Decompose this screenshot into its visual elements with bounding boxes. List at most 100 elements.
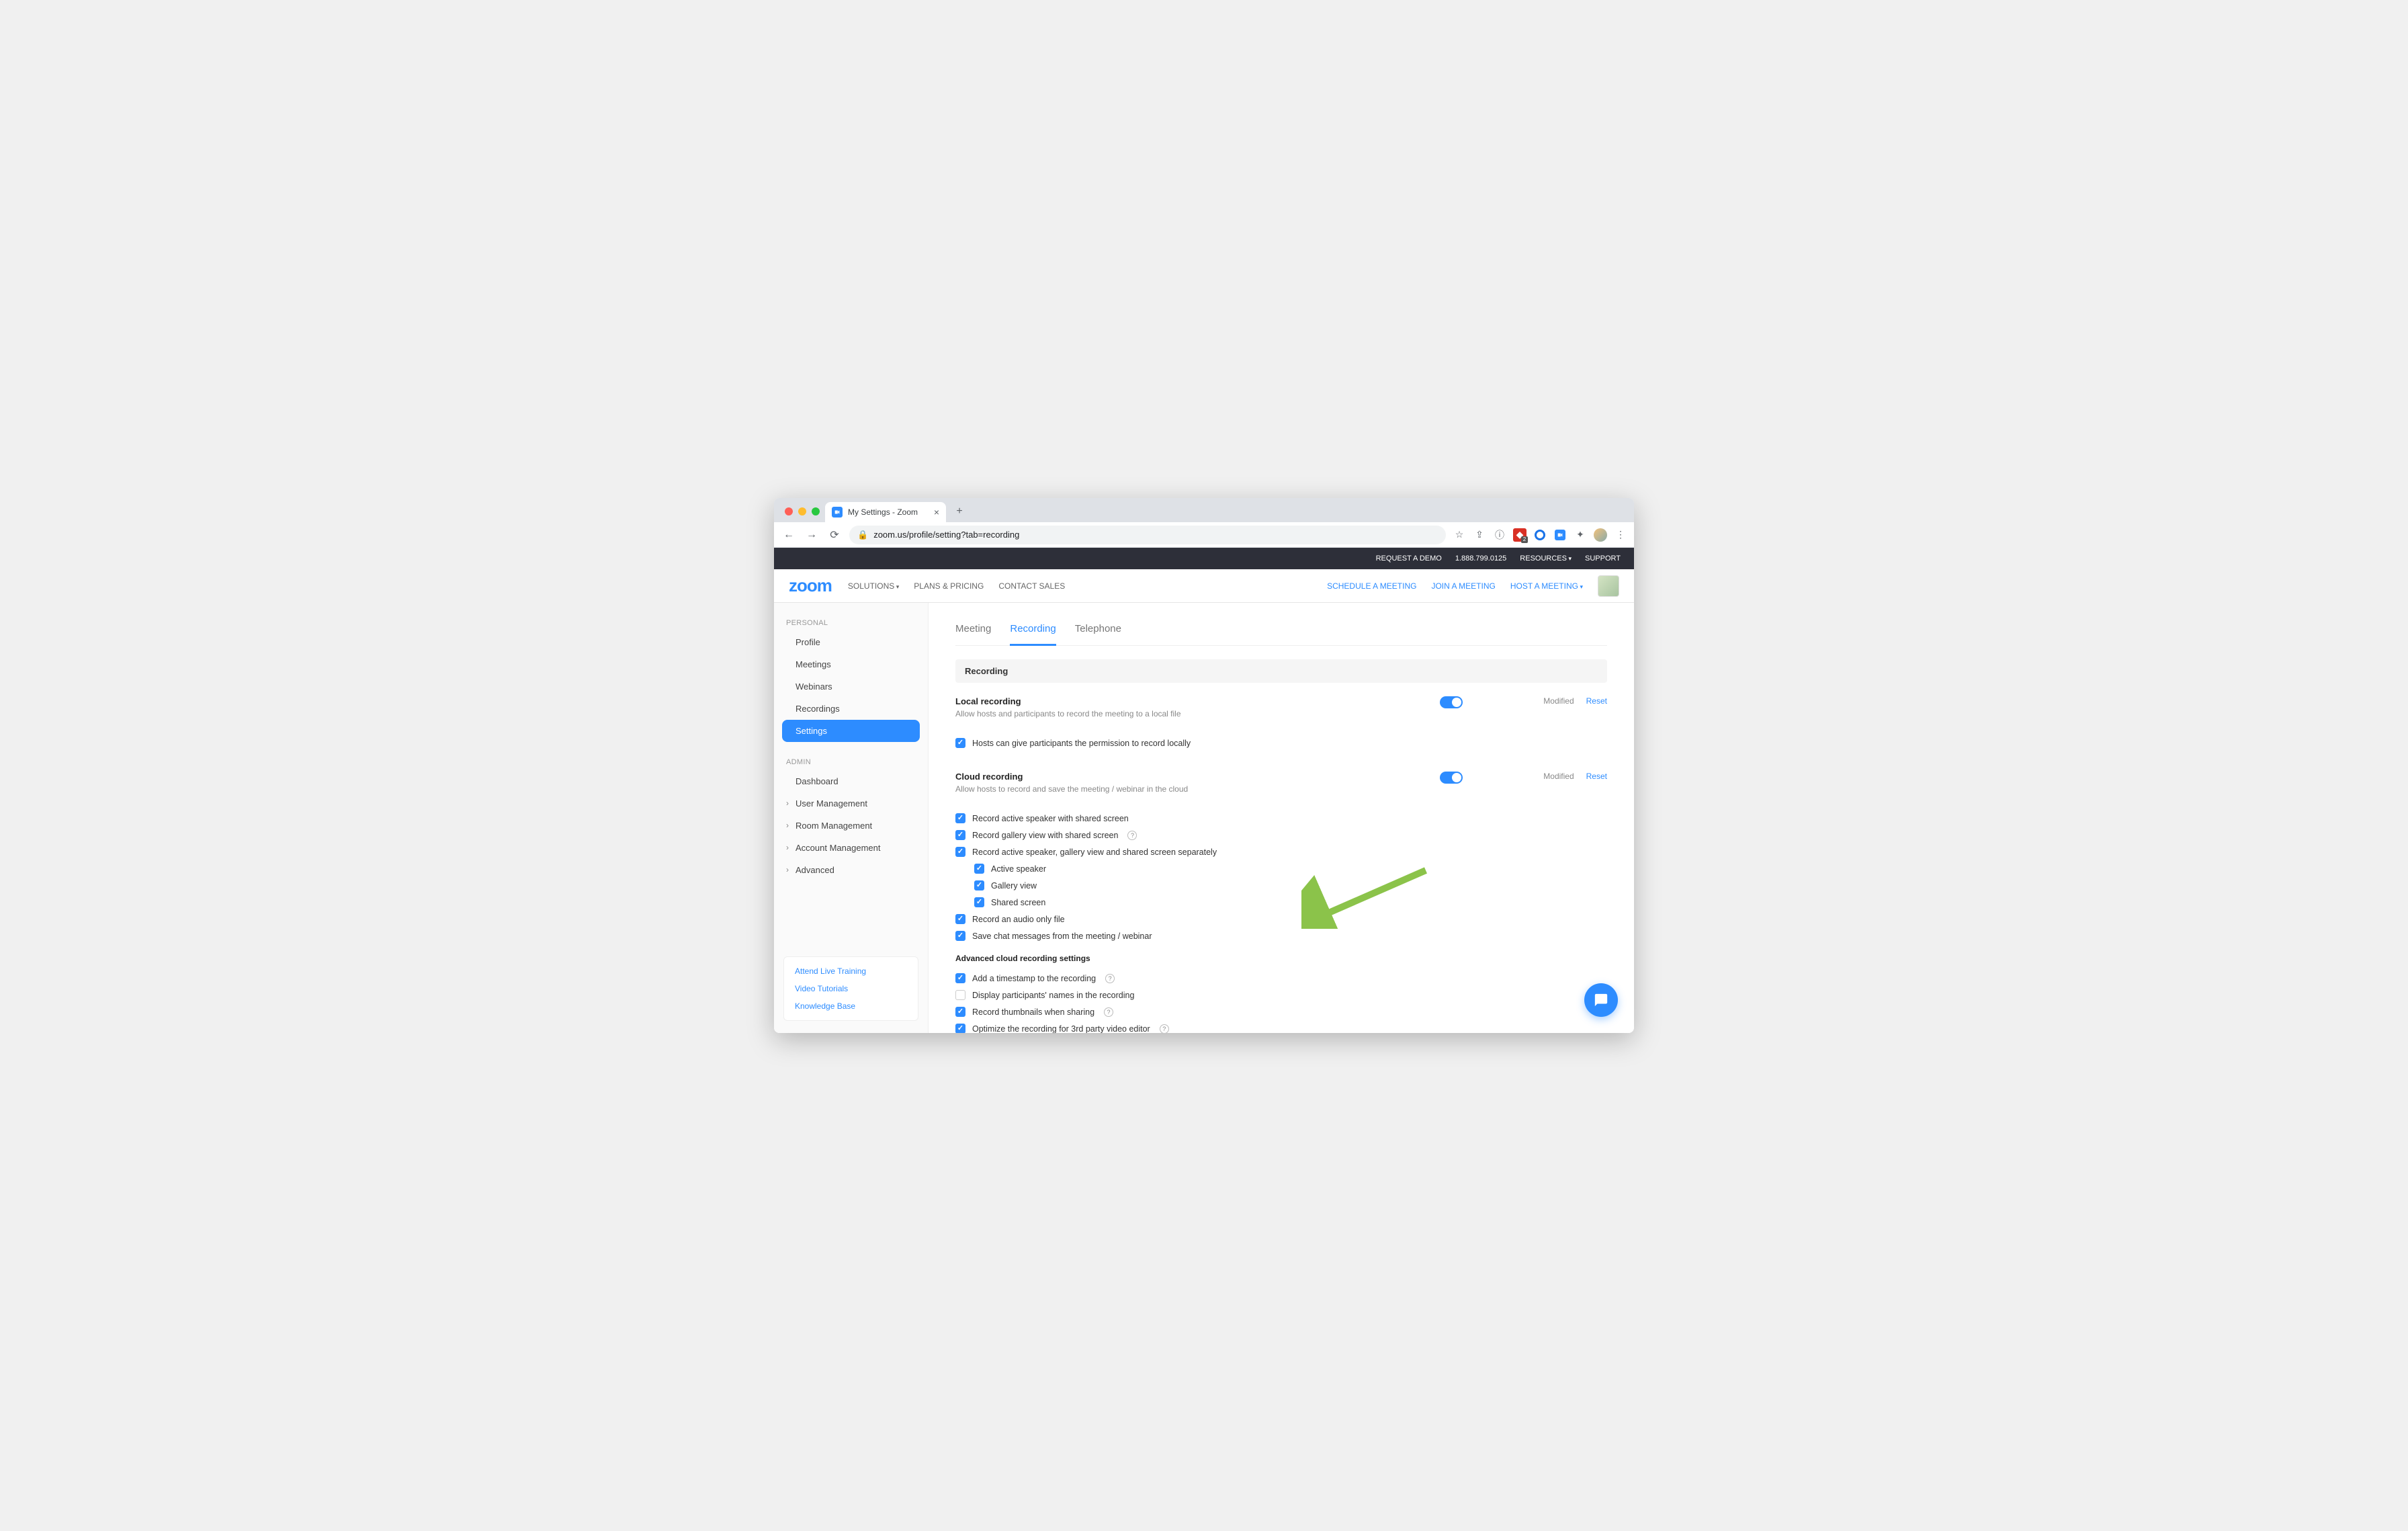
checkbox-label: Record active speaker with shared screen bbox=[972, 814, 1129, 823]
nav-solutions[interactable]: SOLUTIONS bbox=[848, 581, 899, 591]
checkbox-label: Record gallery view with shared screen bbox=[972, 831, 1118, 840]
checkbox-icon[interactable] bbox=[955, 1024, 965, 1033]
user-avatar[interactable] bbox=[1598, 575, 1619, 597]
tab-recording[interactable]: Recording bbox=[1010, 618, 1056, 646]
support-link[interactable]: SUPPORT bbox=[1585, 554, 1621, 563]
extensions-icon[interactable]: ✦ bbox=[1574, 528, 1587, 542]
sidebar-item-user-management[interactable]: User Management bbox=[774, 792, 928, 815]
section-header-recording: Recording bbox=[955, 659, 1607, 683]
advanced-settings-title: Advanced cloud recording settings bbox=[955, 954, 1607, 963]
back-button[interactable]: ← bbox=[781, 527, 797, 543]
cloud-modified-label: Modified bbox=[1543, 772, 1574, 781]
checkbox-save-chat[interactable]: Save chat messages from the meeting / we… bbox=[955, 927, 1607, 944]
sidebar-item-room-management[interactable]: Room Management bbox=[774, 815, 928, 837]
reload-button[interactable]: ⟳ bbox=[826, 527, 843, 543]
setting-local-recording: Local recording Allow hosts and particip… bbox=[955, 696, 1607, 718]
checkbox-record-thumbnails[interactable]: Record thumbnails when sharing ? bbox=[955, 1003, 1607, 1020]
checkbox-sub-active-speaker[interactable]: Active speaker bbox=[955, 860, 1607, 877]
host-meeting-dropdown[interactable]: HOST A MEETING bbox=[1510, 581, 1583, 591]
zoom-extension-icon[interactable] bbox=[1553, 528, 1567, 542]
checkbox-record-active-speaker[interactable]: Record active speaker with shared screen bbox=[955, 810, 1607, 827]
checkbox-hosts-permission[interactable]: Hosts can give participants the permissi… bbox=[955, 735, 1607, 751]
checkbox-icon[interactable] bbox=[974, 880, 984, 891]
zoom-favicon bbox=[832, 507, 843, 518]
checkbox-icon[interactable] bbox=[955, 813, 965, 823]
checkbox-display-names[interactable]: Display participants' names in the recor… bbox=[955, 987, 1607, 1003]
checkbox-optimize-3rd-party[interactable]: Optimize the recording for 3rd party vid… bbox=[955, 1020, 1607, 1033]
close-window-button[interactable] bbox=[785, 507, 793, 515]
checkbox-icon[interactable] bbox=[974, 897, 984, 907]
video-tutorials-link[interactable]: Video Tutorials bbox=[795, 984, 907, 993]
bookmark-icon[interactable]: ☆ bbox=[1453, 528, 1466, 542]
local-recording-toggle[interactable] bbox=[1440, 696, 1463, 708]
zoom-logo[interactable]: zoom bbox=[789, 575, 832, 596]
checkbox-label: Record thumbnails when sharing bbox=[972, 1007, 1094, 1017]
forward-button[interactable]: → bbox=[804, 527, 820, 543]
checkbox-icon[interactable] bbox=[974, 864, 984, 874]
toolbar-extensions: ☆ ⇪ ⓘ ◆ ✦ ⋮ bbox=[1453, 528, 1627, 542]
attend-training-link[interactable]: Attend Live Training bbox=[795, 966, 907, 976]
request-demo-link[interactable]: REQUEST A DEMO bbox=[1376, 554, 1442, 563]
checkbox-sub-shared-screen[interactable]: Shared screen bbox=[955, 894, 1607, 911]
checkbox-icon[interactable] bbox=[955, 830, 965, 840]
cloud-reset-link[interactable]: Reset bbox=[1586, 772, 1607, 781]
checkbox-add-timestamp[interactable]: Add a timestamp to the recording ? bbox=[955, 970, 1607, 987]
checkbox-label: Hosts can give participants the permissi… bbox=[972, 739, 1191, 748]
phone-link[interactable]: 1.888.799.0125 bbox=[1455, 554, 1506, 563]
sidebar-item-settings[interactable]: Settings bbox=[782, 720, 920, 742]
share-icon[interactable]: ⇪ bbox=[1473, 528, 1486, 542]
chat-fab[interactable] bbox=[1584, 983, 1618, 1017]
checkbox-icon[interactable] bbox=[955, 847, 965, 857]
circle-extension-icon[interactable] bbox=[1533, 528, 1547, 542]
local-recording-title: Local recording bbox=[955, 696, 1440, 706]
cloud-recording-title: Cloud recording bbox=[955, 772, 1440, 782]
sidebar-item-webinars[interactable]: Webinars bbox=[774, 675, 928, 698]
url-text: zoom.us/profile/setting?tab=recording bbox=[873, 530, 1019, 540]
address-bar[interactable]: 🔒 zoom.us/profile/setting?tab=recording bbox=[849, 526, 1446, 544]
browser-menu-icon[interactable]: ⋮ bbox=[1614, 528, 1627, 542]
new-tab-button[interactable]: + bbox=[950, 502, 969, 521]
zoom-nav: SOLUTIONS PLANS & PRICING CONTACT SALES bbox=[848, 581, 1065, 591]
checkbox-icon[interactable] bbox=[955, 973, 965, 983]
nav-contact[interactable]: CONTACT SALES bbox=[998, 581, 1065, 591]
help-icon[interactable]: ? bbox=[1127, 831, 1137, 840]
cloud-recording-toggle[interactable] bbox=[1440, 772, 1463, 784]
ublock-icon[interactable]: ◆ bbox=[1513, 528, 1526, 542]
minimize-window-button[interactable] bbox=[798, 507, 806, 515]
help-icon[interactable]: ? bbox=[1105, 974, 1115, 983]
nav-plans[interactable]: PLANS & PRICING bbox=[914, 581, 984, 591]
sidebar-item-advanced[interactable]: Advanced bbox=[774, 859, 928, 881]
local-reset-link[interactable]: Reset bbox=[1586, 696, 1607, 706]
checkbox-icon[interactable] bbox=[955, 914, 965, 924]
profile-avatar-icon[interactable] bbox=[1594, 528, 1607, 542]
help-icon[interactable]: ? bbox=[1104, 1007, 1113, 1017]
checkbox-audio-only[interactable]: Record an audio only file bbox=[955, 911, 1607, 927]
schedule-meeting-link[interactable]: SCHEDULE A MEETING bbox=[1327, 581, 1416, 591]
checkbox-record-separately[interactable]: Record active speaker, gallery view and … bbox=[955, 843, 1607, 860]
checkbox-icon[interactable] bbox=[955, 990, 965, 1000]
close-tab-icon[interactable]: × bbox=[934, 507, 939, 518]
sidebar-item-dashboard[interactable]: Dashboard bbox=[774, 770, 928, 792]
checkbox-icon[interactable] bbox=[955, 738, 965, 748]
checkbox-icon[interactable] bbox=[955, 1007, 965, 1017]
checkbox-sub-gallery-view[interactable]: Gallery view bbox=[955, 877, 1607, 894]
tab-meeting[interactable]: Meeting bbox=[955, 618, 991, 645]
resources-dropdown[interactable]: RESOURCES bbox=[1520, 554, 1572, 563]
knowledge-base-link[interactable]: Knowledge Base bbox=[795, 1001, 907, 1011]
window-controls bbox=[779, 507, 825, 522]
checkbox-record-gallery-view[interactable]: Record gallery view with shared screen ? bbox=[955, 827, 1607, 843]
help-icon[interactable]: ? bbox=[1160, 1024, 1169, 1034]
checkbox-label: Display participants' names in the recor… bbox=[972, 991, 1134, 1000]
maximize-window-button[interactable] bbox=[812, 507, 820, 515]
content-tabs: Meeting Recording Telephone bbox=[955, 618, 1607, 646]
browser-tab[interactable]: My Settings - Zoom × bbox=[825, 502, 946, 522]
sidebar-item-recordings[interactable]: Recordings bbox=[774, 698, 928, 720]
sidebar-item-profile[interactable]: Profile bbox=[774, 631, 928, 653]
join-meeting-link[interactable]: JOIN A MEETING bbox=[1431, 581, 1495, 591]
sidebar-item-account-management[interactable]: Account Management bbox=[774, 837, 928, 859]
sidebar-item-meetings[interactable]: Meetings bbox=[774, 653, 928, 675]
tab-telephone[interactable]: Telephone bbox=[1075, 618, 1121, 645]
browser-tabbar: My Settings - Zoom × + bbox=[774, 498, 1634, 522]
checkbox-icon[interactable] bbox=[955, 931, 965, 941]
info-icon[interactable]: ⓘ bbox=[1493, 528, 1506, 542]
